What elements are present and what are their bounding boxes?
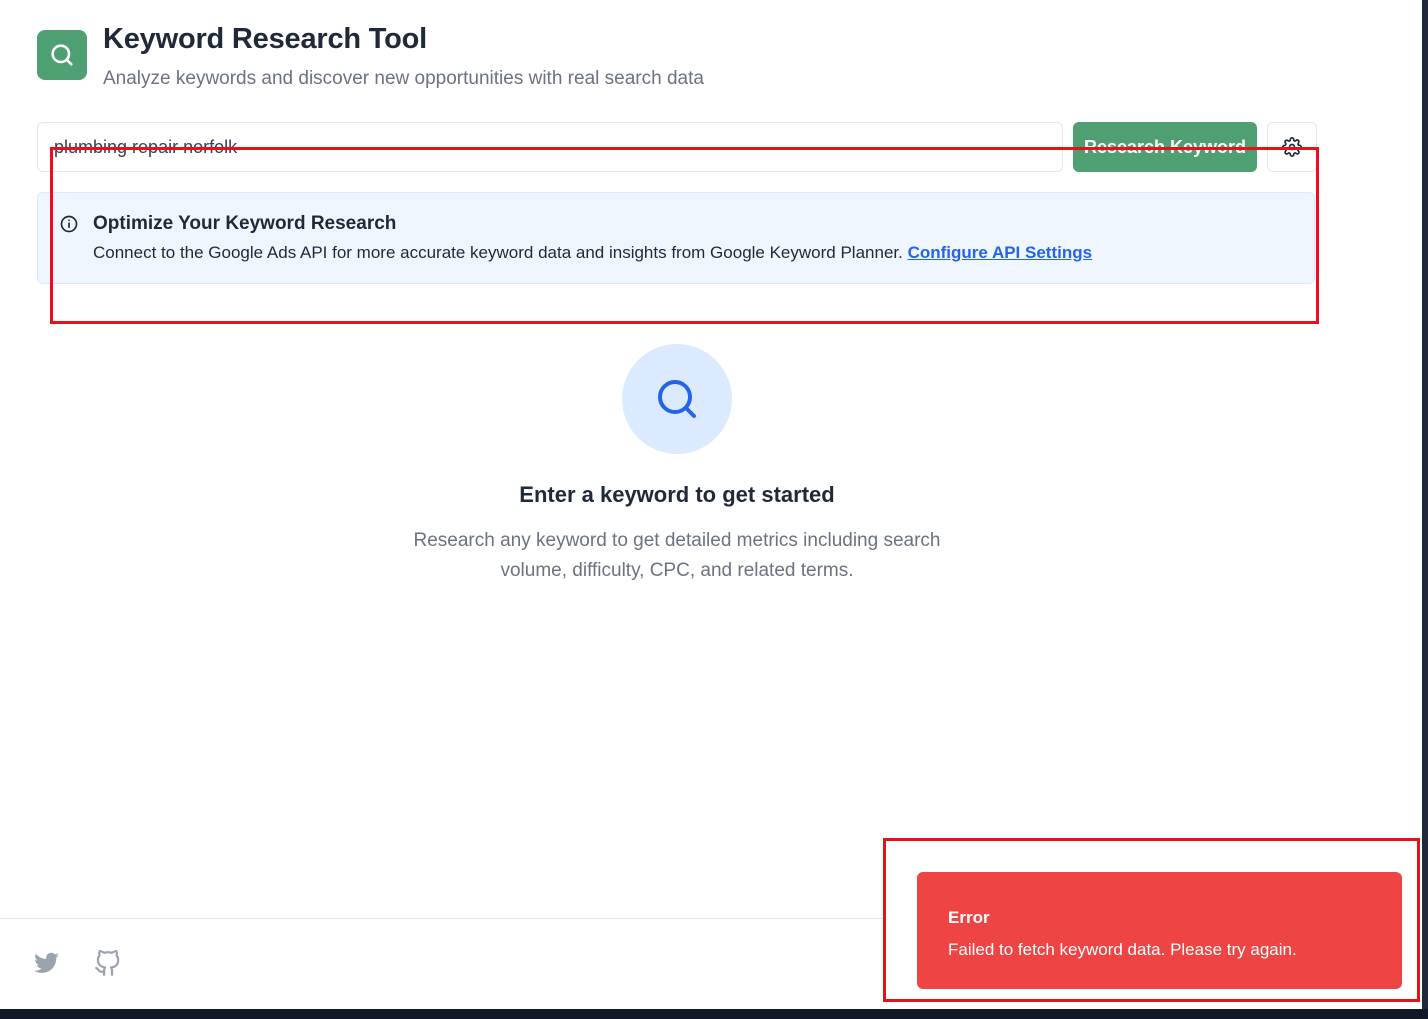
taskbar-edge: [0, 1009, 1428, 1019]
toast-message: Failed to fetch keyword data. Please try…: [948, 940, 1297, 959]
window-edge: [1422, 0, 1428, 1019]
github-icon[interactable]: [94, 950, 121, 977]
footer-divider: [0, 918, 884, 919]
empty-state: Enter a keyword to get started Research …: [0, 344, 1354, 587]
page-title: Keyword Research Tool: [103, 23, 428, 55]
search-icon: [658, 380, 696, 418]
api-info-alert: Optimize Your Keyword Research Connect t…: [37, 192, 1315, 284]
alert-description: Connect to the Google Ads API for more a…: [93, 243, 908, 262]
search-row: Research Keyword: [37, 122, 1317, 172]
alert-title: Optimize Your Keyword Research: [93, 213, 397, 234]
error-toast[interactable]: Error Failed to fetch keyword data. Plea…: [917, 872, 1402, 989]
empty-state-title: Enter a keyword to get started: [519, 482, 835, 507]
empty-state-badge: [622, 344, 732, 454]
header: Keyword Research Tool Analyze keywords a…: [37, 23, 704, 90]
toast-title: Error: [948, 908, 990, 927]
page-subtitle: Analyze keywords and discover new opport…: [103, 67, 704, 89]
footer-links: [33, 950, 121, 977]
settings-button[interactable]: [1267, 122, 1317, 172]
twitter-icon[interactable]: [33, 950, 60, 977]
info-icon: [60, 215, 78, 233]
configure-api-settings-link[interactable]: Configure API Settings: [908, 243, 1093, 262]
search-icon: [51, 44, 73, 66]
app-logo: [37, 30, 87, 80]
page: Keyword Research Tool Analyze keywords a…: [0, 0, 1428, 1019]
alert-text: Connect to the Google Ads API for more a…: [93, 243, 1294, 263]
gear-icon: [1282, 137, 1302, 157]
empty-state-text: Research any keyword to get detailed met…: [413, 530, 941, 582]
keyword-input[interactable]: [37, 122, 1063, 172]
research-keyword-button[interactable]: Research Keyword: [1073, 122, 1257, 172]
